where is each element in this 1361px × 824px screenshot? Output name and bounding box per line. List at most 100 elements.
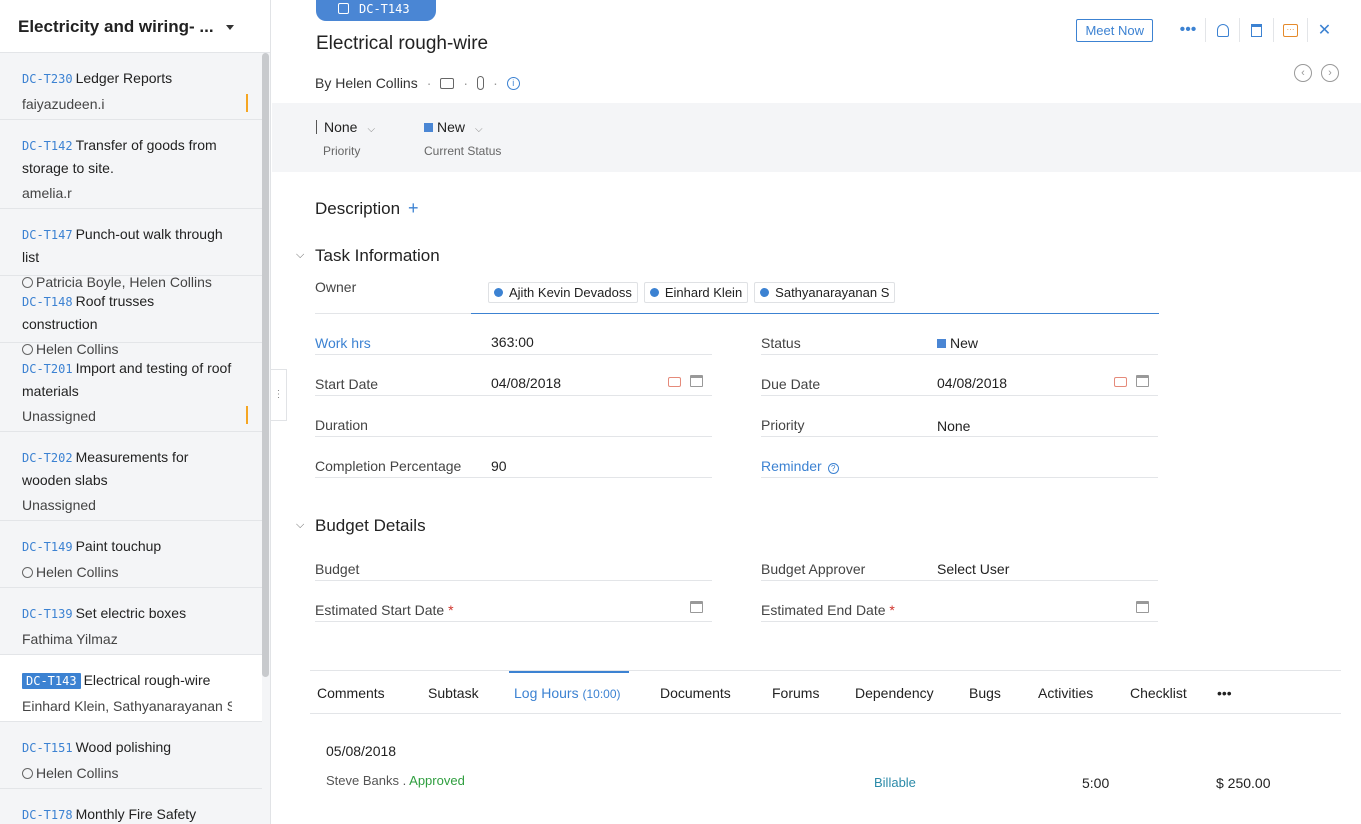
remove-owner-icon[interactable]: [649, 288, 659, 297]
status-value: New: [437, 119, 466, 135]
task-item-owner: amelia.r: [22, 185, 72, 201]
completion-percentage-value[interactable]: 90: [491, 458, 507, 474]
estimated-start-date-text: Estimated Start Date: [315, 602, 445, 618]
owner-chip[interactable]: Einhard Klein: [643, 282, 749, 303]
duration-field-underline[interactable]: [315, 436, 712, 437]
work-hrs-value[interactable]: 363:00: [491, 334, 534, 350]
task-item-title: DC-T149 Paint touchup: [22, 535, 232, 558]
task-list-item[interactable]: DC-T147 Punch-out walk through list Patric…: [0, 209, 262, 290]
attachment-icon[interactable]: [477, 76, 485, 90]
task-list-item[interactable]: DC-T148 Roof trusses construction Helen Co…: [0, 276, 262, 357]
owner-chip[interactable]: Ajith Kevin Devadoss: [488, 282, 638, 303]
status-dropdown[interactable]: New ⌵ Current Status: [424, 119, 501, 158]
priority-field-value[interactable]: None: [937, 418, 970, 434]
owner-chip[interactable]: Sathyanarayanan S: [754, 282, 896, 303]
remove-owner-icon[interactable]: [494, 288, 503, 297]
help-icon[interactable]: ?: [827, 463, 839, 474]
task-item-title: DC-T178Monthly Fire Safety Check: [22, 803, 232, 824]
task-list-item[interactable]: DC-T178Monthly Fire Safety Check: [0, 789, 262, 824]
divider: [315, 354, 712, 355]
billing-status[interactable]: Billable: [874, 775, 916, 790]
task-item-name: Electrical rough-wire: [83, 672, 211, 688]
tab-bugs[interactable]: Bugs: [969, 671, 1001, 714]
due-date-value[interactable]: 04/08/2018: [937, 375, 1007, 391]
task-list-item[interactable]: DC-T139 Set electric boxes Fathima Yilmaz: [0, 588, 262, 655]
task-item-id: DC-T139: [22, 607, 73, 621]
next-task-icon[interactable]: ›: [1321, 64, 1339, 82]
divider: [315, 477, 712, 478]
more-icon[interactable]: •••: [1171, 18, 1205, 42]
sidebar-scrollbar[interactable]: [262, 53, 269, 677]
task-item-meta: Unassigned: [22, 405, 232, 427]
start-date-value[interactable]: 04/08/2018: [491, 375, 561, 391]
estimated-end-date-label: Estimated End Date *: [761, 602, 895, 618]
required-mark: *: [448, 602, 454, 618]
tab-forums[interactable]: Forums: [772, 671, 819, 714]
budget-field-underline[interactable]: [315, 580, 712, 581]
calendar-icon[interactable]: [1136, 601, 1149, 613]
task-list-item[interactable]: DC-T201 Import and testing of roof materi…: [0, 343, 262, 432]
task-item-meta: Helen Collins: [22, 762, 232, 784]
tab-comments[interactable]: Comments: [317, 671, 385, 714]
task-list-item[interactable]: DC-T230 Ledger Reports faiyazudeen.i: [0, 53, 262, 120]
task-list-item[interactable]: DC-T202 Measurements for wooden slabs Unas…: [0, 432, 262, 521]
add-description-icon[interactable]: +: [408, 198, 419, 218]
priority-indicator: [316, 120, 317, 134]
calendar-button[interactable]: ···: [1273, 18, 1307, 42]
calendar-icon[interactable]: [1136, 375, 1149, 387]
tab-subtask[interactable]: Subtask: [428, 671, 479, 714]
task-list-item[interactable]: DC-T143 Electrical rough-wire Einhard Klei…: [0, 655, 262, 722]
remove-owner-icon[interactable]: [760, 288, 770, 297]
task-information-title[interactable]: Task Information: [315, 246, 440, 266]
owner-label: Owner: [315, 279, 357, 295]
work-hrs-label[interactable]: Work hrs: [315, 335, 371, 351]
info-icon[interactable]: i: [506, 76, 520, 90]
separator: ·: [463, 75, 469, 91]
divider: [761, 354, 1158, 355]
clear-date-icon[interactable]: [1114, 377, 1127, 387]
task-list-item[interactable]: DC-T149 Paint touchup Helen Collins: [0, 521, 262, 588]
clear-date-icon[interactable]: [668, 377, 681, 387]
tab-activities[interactable]: Activities: [1038, 671, 1093, 714]
task-title[interactable]: Electrical rough-wire: [316, 33, 488, 55]
task-item-id: DC-T142: [22, 139, 73, 153]
tab-dependency[interactable]: Dependency: [855, 671, 934, 714]
calendar-icon[interactable]: [690, 601, 703, 613]
estimated-start-date-underline[interactable]: [315, 621, 712, 622]
tasklist-selector[interactable]: Electricity and wiring- ...: [0, 0, 270, 53]
task-list-item[interactable]: DC-T151 Wood polishing Helen Collins: [0, 722, 262, 789]
created-by: By Helen Collins: [315, 75, 418, 91]
meet-now-button[interactable]: Meet Now: [1076, 18, 1153, 42]
collapse-icon[interactable]: ⌵: [296, 519, 304, 532]
calendar-icon[interactable]: [690, 375, 703, 387]
tab-log-hours[interactable]: Log Hours (10:00): [509, 671, 629, 714]
log-entry-user: Steve Banks . Approved: [326, 773, 465, 788]
previous-task-icon[interactable]: ‹: [1294, 64, 1312, 82]
description-title: Description: [315, 199, 401, 218]
collapse-icon[interactable]: ⌵: [296, 249, 304, 262]
tab-checklist[interactable]: Checklist: [1130, 671, 1187, 714]
comment-icon[interactable]: [440, 77, 455, 89]
estimated-end-date-underline[interactable]: [761, 621, 1158, 622]
budget-approver-select[interactable]: Select User: [937, 561, 1009, 577]
priority-dropdown[interactable]: None ⌵ Priority: [316, 119, 375, 158]
chevron-down-icon: ⌵: [475, 124, 483, 135]
task-item-meta: Fathima Yilmaz: [22, 628, 232, 650]
owner-name: Einhard Klein: [664, 285, 743, 300]
delete-button[interactable]: [1239, 18, 1273, 42]
task-item-owner: Helen Collins: [36, 765, 119, 781]
follow-user-button[interactable]: [1205, 18, 1239, 42]
task-item-meta: Helen Collins: [22, 561, 232, 583]
log-hours: 5:00: [1082, 775, 1110, 791]
task-item-owner: Unassigned: [22, 497, 96, 513]
tab-more[interactable]: •••: [1217, 671, 1232, 714]
budget-details-title[interactable]: Budget Details: [315, 516, 426, 536]
close-icon[interactable]: ✕: [1307, 18, 1341, 42]
owner-chips[interactable]: Ajith Kevin Devadoss Einhard Klein Sathyan…: [488, 282, 901, 303]
tab-documents[interactable]: Documents: [660, 671, 731, 714]
approval-status: Approved: [409, 773, 465, 788]
reminder-link[interactable]: Reminder?: [761, 458, 839, 474]
task-list-item[interactable]: DC-T142 Transfer of goods from storage to…: [0, 120, 262, 209]
clock-icon: [22, 768, 33, 779]
status-field-value[interactable]: New: [937, 335, 978, 351]
